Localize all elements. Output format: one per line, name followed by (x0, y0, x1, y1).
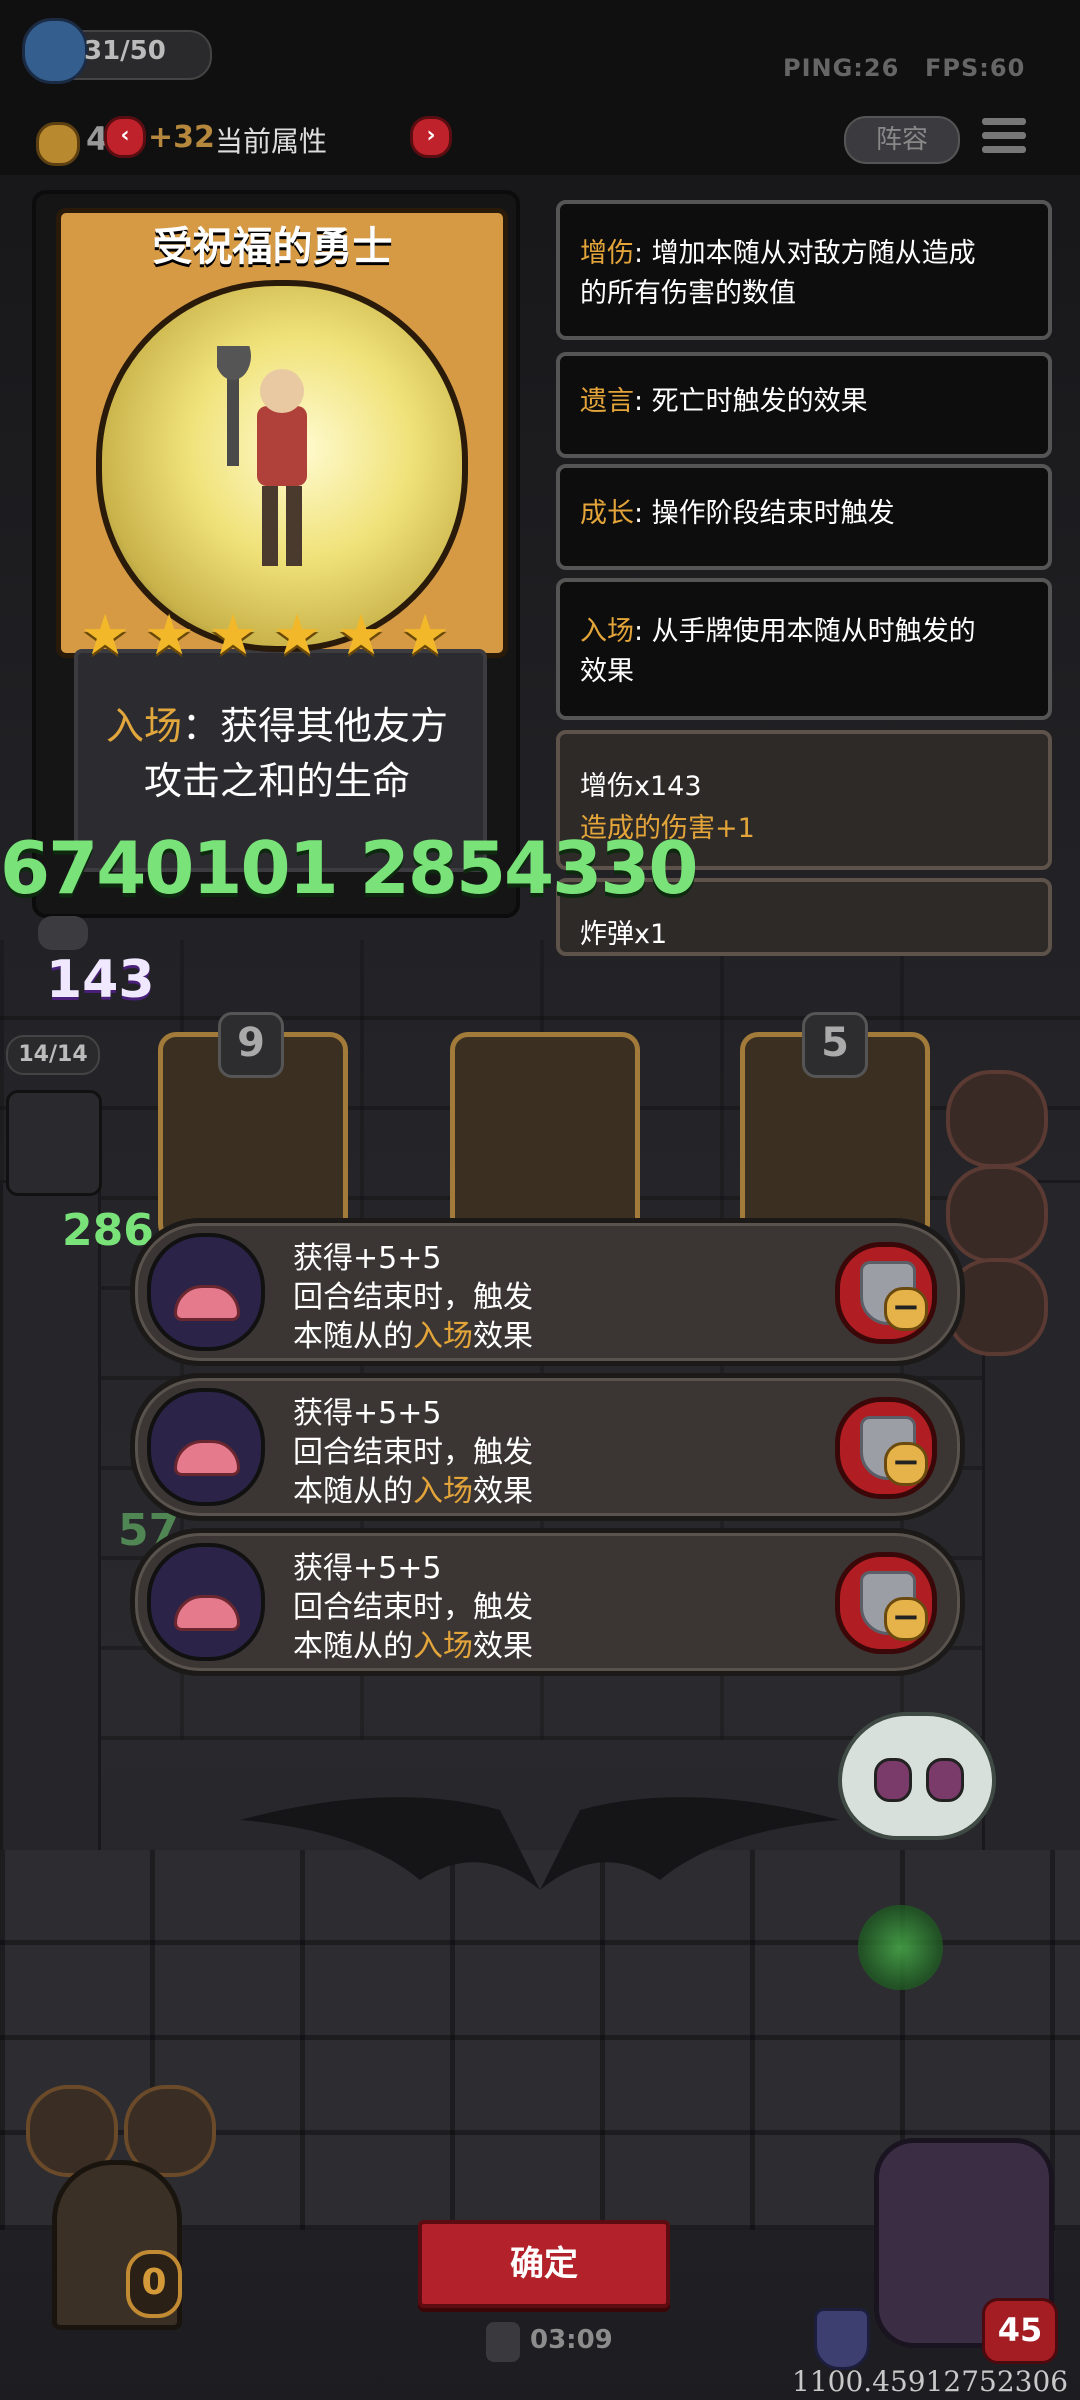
fps-readout: FPS:60 (925, 54, 1026, 82)
star-icon: ★ (144, 603, 195, 668)
card-desc-line-2: 攻击之和的生命 (143, 759, 410, 803)
campfire-icon[interactable] (946, 1165, 1048, 1263)
remove-effect-button[interactable]: − (835, 1397, 937, 1499)
cake-icon (147, 1543, 265, 1661)
effect-row: 获得+5+5 回合结束时，触发 本随从的入场效果 − (130, 1218, 965, 1366)
cake-icon (147, 1233, 265, 1351)
minus-icon: − (884, 1287, 928, 1331)
next-arrow-button[interactable]: › (410, 116, 452, 158)
chat-icon[interactable] (38, 916, 88, 950)
keyword-text-line2: 的所有伤害的数值 (580, 278, 796, 309)
star-icon: ★ (80, 603, 131, 668)
green-orb-icon (858, 1905, 943, 1990)
card-art (96, 280, 468, 652)
effect-text: 效果 (473, 1474, 533, 1509)
effect-text: 效果 (473, 1319, 533, 1354)
effect-line-3: 本随从的入场效果 (293, 1621, 533, 1665)
keyword-text: 遗言: 死亡时触发的效果 (580, 382, 868, 422)
effect-keyword: 入场 (413, 1629, 473, 1664)
minion-level-badge: 9 (218, 1012, 284, 1078)
prev-arrow-button[interactable]: ‹ (104, 116, 146, 158)
opponent-avatar[interactable] (6, 1090, 102, 1196)
side-number: 286 (62, 1205, 154, 1256)
keyword-desc: : 死亡时触发的效果 (634, 386, 868, 417)
cat-companion[interactable] (838, 1712, 996, 1840)
cake-icon (147, 1388, 265, 1506)
buff-name: 增伤x143 (580, 771, 702, 802)
star-icon: ★ (272, 603, 323, 668)
effect-line-2: 回合结束时，触发 (293, 1280, 533, 1315)
keyword-desc: : 从手牌使用本随从时触发的 (634, 616, 976, 647)
remove-effect-button[interactable]: − (835, 1552, 937, 1654)
effect-text: 本随从的 (293, 1474, 413, 1509)
remove-effect-button[interactable]: − (835, 1242, 937, 1344)
effect-row: 获得+5+5 回合结束时，触发 本随从的入场效果 − (130, 1528, 965, 1676)
turn-timer: 03:09 (530, 2325, 613, 2355)
keyword-label: 入场 (580, 616, 634, 647)
cat-eye (874, 1758, 912, 1802)
board-minion-2[interactable] (450, 1032, 640, 1242)
minus-icon: − (884, 1442, 928, 1486)
hourglass-icon (486, 2322, 520, 2362)
keyword-box-growth: 成长: 操作阶段结束时触发 (556, 464, 1052, 570)
card-desc-keyword: 入场 (105, 704, 182, 748)
effect-line-3: 本随从的入场效果 (293, 1311, 533, 1355)
coin-icon (36, 122, 80, 166)
keyword-box-battlecry: 入场: 从手牌使用本随从时触发的 效果 (556, 578, 1052, 720)
menu-icon[interactable] (982, 118, 1026, 158)
effect-keyword: 入场 (413, 1319, 473, 1354)
minus-icon: − (884, 1597, 928, 1641)
keyword-box-damage-boost: 增伤: 增加本随从对敌方随从造成 的所有伤害的数值 (556, 200, 1052, 340)
keyword-label: 遗言 (580, 386, 634, 417)
cat-eye (926, 1758, 964, 1802)
keyword-text-line2: 效果 (580, 656, 634, 687)
coordinate-readout: 1100.45912752306 (792, 2365, 1069, 2398)
lineup-button[interactable]: 阵容 (844, 116, 960, 164)
keyword-label: 增伤 (580, 238, 634, 269)
warrior-illustration (217, 346, 307, 566)
keyword-desc: : 增加本随从对敌方随从造成 (634, 238, 976, 269)
effect-line-3: 本随从的入场效果 (293, 1466, 533, 1510)
keyword-text: 增伤: 增加本随从对敌方随从造成 (580, 234, 976, 274)
card-name: 受祝福的勇士 (152, 224, 393, 270)
card-desc-line-1-text: ：获得其他友方 (182, 704, 449, 748)
player-count: 31/50 (84, 36, 166, 66)
bat-wing-decoration (240, 1797, 840, 1890)
minion-level-badge: 5 (802, 1012, 868, 1078)
buff-name: 炸弹x1 (580, 919, 668, 950)
effect-keyword: 入场 (413, 1474, 473, 1509)
effect-title: 获得+5+5 (293, 1551, 442, 1586)
star-icon: ★ (336, 603, 387, 668)
left-pillar (0, 1180, 101, 1886)
plus-value: +32 (148, 120, 215, 155)
food-icon[interactable] (946, 1070, 1048, 1168)
current-attributes-title: 当前属性 (215, 125, 328, 158)
effect-line-2: 回合结束时，触发 (293, 1590, 533, 1625)
keyword-label: 成长 (580, 498, 634, 529)
armor-icon (814, 2308, 870, 2370)
damage-boost-count: 143 (46, 950, 155, 1010)
effect-text: 本随从的 (293, 1319, 413, 1354)
keyword-text: 入场: 从手牌使用本随从时触发的 (580, 612, 976, 652)
effect-text: 效果 (473, 1629, 533, 1664)
hero-hp: 45 (982, 2298, 1058, 2364)
floating-score: 6740101 2854330 (0, 826, 698, 910)
keyword-box-deathrattle: 遗言: 死亡时触发的效果 (556, 352, 1052, 458)
effect-line-2: 回合结束时，触发 (293, 1435, 533, 1470)
keyword-text: 成长: 操作阶段结束时触发 (580, 494, 895, 534)
keyword-desc: : 操作阶段结束时触发 (634, 498, 895, 529)
gold-counter: 0 (126, 2250, 182, 2318)
player-avatar-icon[interactable] (22, 18, 88, 84)
confirm-button[interactable]: 确定 (418, 2220, 670, 2308)
card-desc-line-1: 入场：获得其他友方 (72, 695, 482, 750)
effect-row: 获得+5+5 回合结束时，触发 本随从的入场效果 − (130, 1373, 965, 1521)
effect-title: 获得+5+5 (293, 1396, 442, 1431)
team-count-pill: 14/14 (6, 1035, 100, 1075)
effect-text: 本随从的 (293, 1629, 413, 1664)
star-icon: ★ (208, 603, 259, 668)
effect-title: 获得+5+5 (293, 1241, 442, 1276)
star-icon: ★ (400, 603, 451, 668)
floating-score-digits: 6740101 2854330 (0, 826, 698, 910)
ping-readout: PING:26 (783, 54, 900, 82)
